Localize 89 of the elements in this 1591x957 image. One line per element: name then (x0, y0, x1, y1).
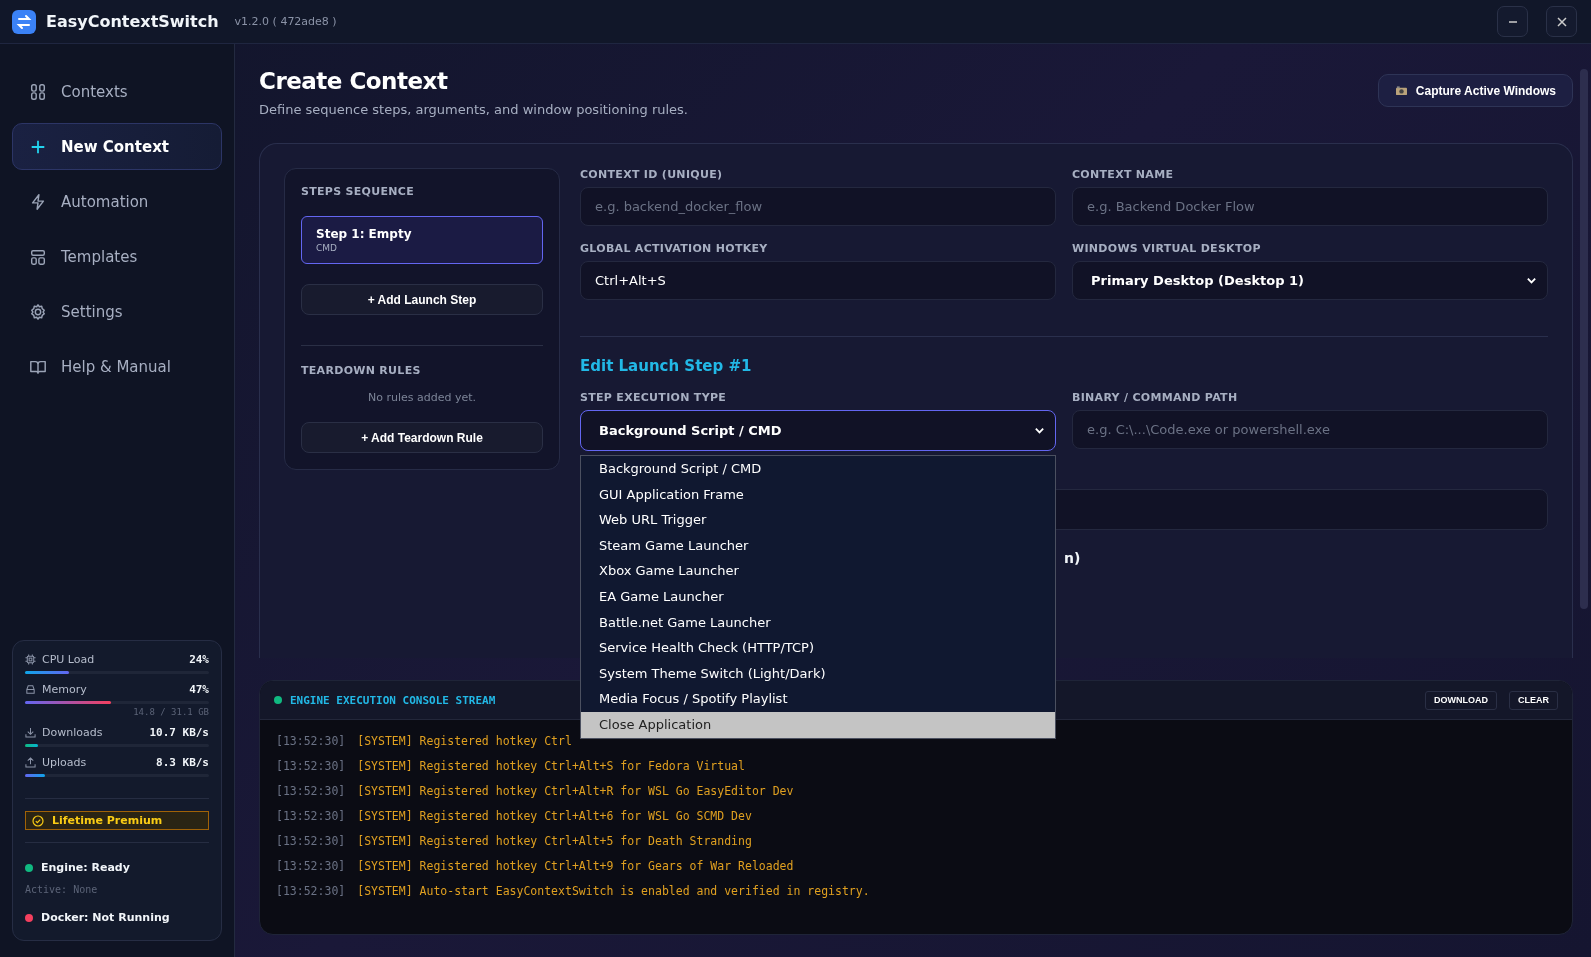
chevron-down-icon (1526, 275, 1537, 286)
console-button[interactable]: DOWNLOAD (1425, 690, 1497, 710)
log-message: [SYSTEM] Registered hotkey Ctrl+Alt+9 for Gears of War Reloaded (357, 858, 794, 873)
stat-value: 8.3 KB/s (156, 756, 209, 769)
input-field[interactable]: e.g. Backend Docker Flow (1072, 187, 1548, 226)
log-message: [SYSTEM] Registered hotkey Ctrl+Alt+5 for Death Stranding (357, 833, 752, 848)
input-field[interactable]: e.g. C:\...\Code.exe or powershell.exe (1072, 410, 1548, 449)
app-logo-icon (12, 9, 36, 34)
premium-badge: Lifetime Premium (25, 811, 209, 830)
field-label: WINDOWS VIRTUAL DESKTOP (1072, 242, 1262, 255)
scrollbar-thumb[interactable] (1580, 69, 1588, 609)
dropdown-option[interactable]: Media Focus / Spotify Playlist (581, 686, 1055, 712)
dropdown-option[interactable]: Background Script / CMD (581, 456, 1055, 482)
close-button[interactable] (1546, 6, 1577, 37)
layout-icon (29, 247, 47, 266)
dropdown-option[interactable]: Steam Game Launcher (581, 532, 1055, 559)
stat-label: Downloads (42, 726, 103, 739)
log-timestamp: [13:52:30] (276, 733, 346, 748)
log-timestamp: [13:52:30] (276, 808, 346, 823)
page-subtitle: Define sequence steps, arguments, and window positioning rules. (259, 102, 688, 117)
sidebar-item[interactable]: Templates (12, 233, 222, 280)
chevron-down-icon (1034, 425, 1045, 436)
dropdown-option[interactable]: EA Game Launcher (581, 583, 1055, 610)
dropdown-option[interactable]: Web URL Trigger (581, 507, 1055, 533)
status-label: Docker: Not Running (41, 911, 170, 924)
log-message: [SYSTEM] Registered hotkey Ctrl+Alt+R for WSL Go EasyEditor Dev (357, 783, 794, 798)
section-heading: STEPS SEQUENCE (301, 185, 415, 198)
log-timestamp: [13:52:30] (276, 758, 346, 773)
capture-button[interactable]: Capture Active Windows (1377, 74, 1573, 107)
input-field[interactable]: e.g. backend_docker_flow (580, 187, 1056, 226)
settings-icon (29, 302, 47, 321)
camera-icon (1394, 85, 1408, 96)
close-icon (1555, 15, 1568, 28)
desktop-select[interactable]: Primary Desktop (Desktop 1) (1072, 261, 1548, 300)
stat-detail: 14.8 / 31.1 GB (132, 707, 209, 717)
log-message: [SYSTEM] Registered hotkey Ctrl (357, 733, 572, 748)
field-label: CONTEXT ID (UNIQUE) (580, 168, 724, 181)
sidebar-item[interactable]: Automation (12, 178, 222, 225)
sidebar-item[interactable]: Contexts (12, 68, 222, 115)
status-label: Engine: Ready (41, 861, 130, 874)
dropdown-option[interactable]: System Theme Switch (Light/Dark) (581, 660, 1055, 687)
dropdown-option[interactable]: Xbox Game Launcher (581, 558, 1055, 584)
grid-icon (29, 82, 47, 101)
console-title: ENGINE EXECUTION CONSOLE STREAM (290, 693, 496, 707)
section-heading: TEARDOWN RULES (301, 364, 422, 377)
sidebar-item[interactable]: Help & Manual (12, 343, 222, 390)
field-label: CONTEXT NAME (1072, 168, 1175, 181)
log-message: [SYSTEM] Registered hotkey Ctrl+Alt+S for Fedora Virtual (357, 758, 745, 773)
add-teardown-rule-button[interactable]: + Add Teardown Rule (301, 422, 543, 453)
download-icon (25, 727, 36, 738)
log-timestamp: [13:52:30] (276, 858, 346, 873)
app-name: EasyContextSwitch (46, 12, 219, 31)
log-message: [SYSTEM] Auto-start EasyContextSwitch is enabled and verified in registry. (357, 883, 870, 898)
check-circle-icon (32, 814, 44, 827)
log-timestamp: [13:52:30] (276, 883, 346, 898)
dropdown-option[interactable]: GUI Application Frame (581, 481, 1055, 508)
stat-value: 24% (189, 653, 209, 666)
empty-message: No rules added yet. (366, 391, 477, 404)
log-timestamp: [13:52:30] (276, 783, 346, 798)
console-button[interactable]: CLEAR (1509, 690, 1558, 710)
dropdown-option[interactable]: Service Health Check (HTTP/TCP) (581, 635, 1055, 661)
step-type-select[interactable]: Background Script / CMD (580, 410, 1056, 451)
dropdown-option[interactable]: Battle.net Game Launcher (581, 609, 1055, 636)
status-detail: Active: None (25, 884, 99, 895)
add-launch-step-button[interactable]: + Add Launch Step (301, 284, 543, 315)
live-dot (274, 696, 282, 704)
stat-value: 47% (189, 683, 209, 696)
field-label: BINARY / COMMAND PATH (1072, 391, 1239, 404)
upload-icon (25, 757, 36, 768)
log-message: [SYSTEM] Registered hotkey Ctrl+Alt+6 for WSL Go SCMD Dev (357, 808, 752, 823)
chip-icon (25, 654, 36, 665)
option-label: n) (1063, 550, 1081, 566)
app-version: v1.2.0 ( 472ade8 ) (234, 15, 337, 28)
sidebar-item[interactable]: Settings (12, 288, 222, 335)
log-timestamp: [13:52:30] (276, 833, 346, 848)
input-field[interactable]: Ctrl+Alt+S (580, 261, 1056, 300)
stat-label: Memory (42, 683, 87, 696)
stat-label: CPU Load (42, 653, 95, 666)
dropdown-option[interactable]: Close Application (581, 711, 1055, 738)
field-label: STEP EXECUTION TYPE (580, 391, 728, 404)
lightning-icon (29, 192, 47, 211)
stat-value: 10.7 KB/s (149, 726, 209, 739)
field-label: GLOBAL ACTIVATION HOTKEY (580, 242, 769, 255)
sidebar-item[interactable]: New Context (12, 123, 222, 170)
stat-label: Uploads (42, 756, 87, 769)
page-title: Create Context (259, 68, 449, 94)
step-item[interactable]: Step 1: Empty CMD (301, 216, 543, 264)
drive-icon (25, 684, 36, 695)
step-editor-heading: Edit Launch Step #1 (580, 357, 753, 375)
